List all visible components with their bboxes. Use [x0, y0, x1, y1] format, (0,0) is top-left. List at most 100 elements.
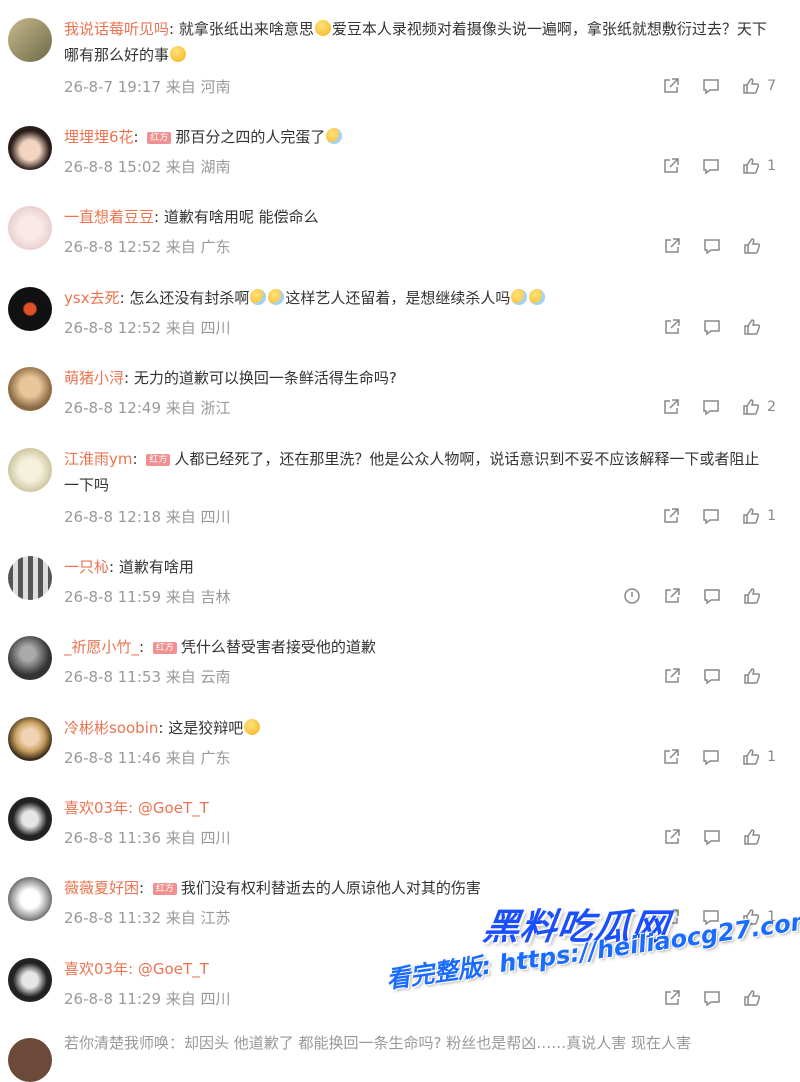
like-icon	[743, 749, 760, 765]
like-button[interactable]	[742, 827, 776, 847]
share-button[interactable]	[661, 76, 681, 96]
status-badge: 红方	[152, 883, 177, 895]
username[interactable]: ysx去死	[64, 289, 120, 307]
avatar[interactable]	[8, 877, 52, 921]
avatar[interactable]	[8, 1038, 52, 1082]
like-button[interactable]	[742, 666, 776, 686]
comment-icon	[703, 750, 719, 766]
comment-icon	[704, 589, 720, 605]
comment-text: 冷彬彬soobin: 这是狡辩吧	[64, 715, 772, 741]
like-button[interactable]	[742, 586, 776, 606]
report-button[interactable]	[622, 586, 642, 606]
username[interactable]: 一只杺	[64, 558, 109, 576]
share-button[interactable]	[661, 747, 681, 767]
comment-button[interactable]	[701, 747, 721, 767]
like-button[interactable]: 1	[741, 156, 776, 176]
username[interactable]: 喜欢03年	[64, 799, 128, 817]
share-icon	[665, 990, 680, 1005]
comment-icon	[703, 509, 719, 525]
comment-meta: 26-8-8 12:18 来自 四川	[64, 508, 231, 526]
like-button[interactable]: 1	[741, 747, 776, 767]
emoji-icon	[511, 289, 528, 305]
comment-actions	[642, 666, 776, 686]
username[interactable]: 薇薇夏好困	[64, 879, 139, 897]
avatar[interactable]	[8, 717, 52, 761]
share-button[interactable]	[661, 156, 681, 176]
status-badge: 红方	[147, 132, 172, 144]
comment-button[interactable]	[702, 586, 722, 606]
comment-meta: 26-8-8 11:53 来自 云南	[64, 668, 231, 686]
share-button[interactable]	[661, 397, 681, 417]
avatar[interactable]	[8, 556, 52, 600]
avatar[interactable]	[8, 797, 52, 841]
comment-text: 萌猪小浔: 无力的道歉可以换回一条鲜活得生命吗?	[64, 369, 397, 387]
comment-meta: 26-8-8 11:46 来自 广东	[64, 749, 231, 767]
username[interactable]: 冷彬彬soobin	[64, 719, 158, 737]
avatar[interactable]	[8, 206, 52, 250]
username[interactable]: 萌猪小浔	[64, 369, 124, 387]
comment-button[interactable]	[701, 156, 721, 176]
comment-button[interactable]	[701, 76, 721, 96]
username[interactable]: 江淮雨ym	[64, 450, 133, 468]
comment-actions	[642, 236, 776, 256]
username[interactable]: 埋埋埋6花	[64, 128, 134, 146]
like-button[interactable]	[742, 317, 776, 337]
like-button[interactable]	[742, 988, 776, 1008]
comment-text: 江淮雨ym: 红方 人都已经死了，还在那里洗？他是公众人物啊，说话意识到不妥不应该…	[64, 450, 760, 494]
share-button[interactable]	[662, 827, 682, 847]
share-icon	[665, 829, 680, 844]
avatar[interactable]	[8, 958, 52, 1002]
comment-button[interactable]	[701, 506, 721, 526]
comment-icon	[704, 669, 720, 685]
like-icon	[744, 668, 761, 684]
share-button[interactable]	[662, 586, 682, 606]
comment-text: 喜欢03年: @GoeT_T	[64, 799, 209, 817]
comment-button[interactable]	[702, 666, 722, 686]
share-icon	[664, 749, 679, 764]
avatar[interactable]	[8, 287, 52, 331]
share-button[interactable]	[662, 666, 682, 686]
comment-icon	[704, 239, 720, 255]
comment-icon	[704, 830, 720, 846]
like-icon	[744, 829, 761, 845]
username[interactable]: 一直想着豆豆	[64, 208, 154, 226]
comment-meta: 26-8-8 11:29 来自 四川	[64, 990, 231, 1008]
share-button[interactable]	[661, 506, 681, 526]
comment-button[interactable]	[701, 397, 721, 417]
username[interactable]: 喜欢03年	[64, 960, 128, 978]
comment-text: 一直想着豆豆: 道歉有啥用呢 能偿命么	[64, 208, 319, 226]
like-button[interactable]	[742, 236, 776, 256]
comment-meta: 26-8-8 11:36 来自 四川	[64, 829, 231, 847]
share-button[interactable]	[662, 317, 682, 337]
like-button[interactable]: 2	[741, 397, 776, 417]
comment-button[interactable]	[702, 236, 722, 256]
comment-meta: 26-8-8 12:52 来自 四川	[64, 319, 231, 337]
avatar[interactable]	[8, 18, 52, 62]
like-count: 1	[767, 508, 776, 524]
avatar[interactable]	[8, 448, 52, 492]
like-icon	[743, 158, 760, 174]
comment-button[interactable]	[702, 827, 722, 847]
share-icon	[665, 319, 680, 334]
comment-actions	[642, 988, 776, 1008]
comment-meta: 26-8-8 11:32 来自 江苏	[64, 909, 231, 927]
comment-button[interactable]	[702, 988, 722, 1008]
share-button[interactable]	[662, 236, 682, 256]
comment-text: 若你清楚我师唤：却因头 他道歉了 都能换回一条生命吗? 粉丝也是帮凶……真说人害…	[64, 1034, 692, 1052]
share-button[interactable]	[662, 988, 682, 1008]
like-button[interactable]: 1	[741, 506, 776, 526]
like-icon	[743, 78, 760, 94]
avatar[interactable]	[8, 636, 52, 680]
comment-icon	[703, 159, 719, 175]
username[interactable]: _祈愿小竹_	[64, 638, 139, 656]
like-button[interactable]: 7	[741, 76, 776, 96]
status-badge: 红方	[152, 642, 177, 654]
emoji-icon	[170, 46, 187, 62]
avatar[interactable]	[8, 367, 52, 411]
avatar[interactable]	[8, 126, 52, 170]
comment-actions: 2	[641, 397, 776, 417]
username[interactable]: 我说话莓听见吗	[64, 20, 169, 38]
share-icon	[664, 158, 679, 173]
comment-button[interactable]	[702, 317, 722, 337]
comment-meta: 26-8-8 12:49 来自 浙江	[64, 399, 231, 417]
